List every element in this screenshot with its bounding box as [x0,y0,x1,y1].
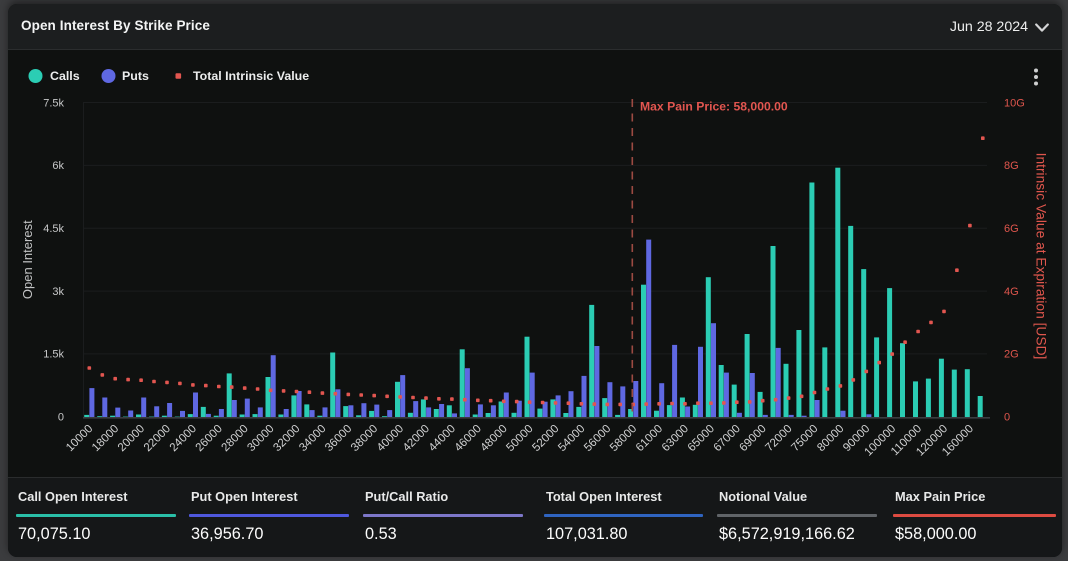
svg-text:10G: 10G [1004,97,1025,109]
svg-text:30000: 30000 [245,422,277,454]
svg-text:42000: 42000 [400,422,432,454]
svg-text:34000: 34000 [297,422,329,454]
svg-text:Open Interest: Open Interest [20,220,35,299]
svg-text:44000: 44000 [426,422,458,454]
svg-text:6G: 6G [1004,223,1019,235]
svg-text:Max Pain Price: 58,000.00: Max Pain Price: 58,000.00 [640,100,788,114]
svg-text:0: 0 [58,412,64,424]
svg-text:67000: 67000 [711,422,743,454]
svg-text:18000: 18000 [89,422,121,454]
svg-text:40000: 40000 [374,422,406,454]
svg-text:28000: 28000 [219,422,251,454]
svg-text:4G: 4G [1004,286,1019,298]
svg-text:26000: 26000 [193,422,225,454]
svg-text:6k: 6k [52,160,64,172]
svg-text:65000: 65000 [685,422,717,454]
svg-text:7.5k: 7.5k [43,97,64,109]
svg-text:52000: 52000 [530,422,562,454]
svg-text:69000: 69000 [737,422,769,454]
svg-text:3k: 3k [52,286,64,298]
svg-text:0: 0 [1004,412,1010,424]
svg-text:46000: 46000 [452,422,484,454]
svg-text:2G: 2G [1004,349,1019,361]
svg-text:54000: 54000 [556,422,588,454]
svg-text:10000: 10000 [63,422,95,454]
svg-text:24000: 24000 [167,422,199,454]
svg-text:58000: 58000 [607,422,639,454]
svg-text:36000: 36000 [322,422,354,454]
svg-text:Calls: Calls [50,69,80,83]
svg-text:20000: 20000 [115,422,147,454]
svg-text:Puts: Puts [122,69,149,83]
svg-text:80000: 80000 [815,422,847,454]
svg-text:75000: 75000 [789,422,821,454]
svg-text:8G: 8G [1004,160,1019,172]
svg-text:Intrinsic Value at Expiration: Intrinsic Value at Expiration [USD] [1034,153,1049,360]
svg-text:22000: 22000 [141,422,173,454]
svg-text:63000: 63000 [659,422,691,454]
svg-text:56000: 56000 [581,422,613,454]
svg-text:61000: 61000 [633,422,665,454]
svg-text:50000: 50000 [504,422,536,454]
svg-text:4.5k: 4.5k [43,223,64,235]
svg-text:32000: 32000 [271,422,303,454]
svg-text:38000: 38000 [348,422,380,454]
svg-text:1.5k: 1.5k [43,349,64,361]
svg-text:48000: 48000 [478,422,510,454]
svg-text:72000: 72000 [763,422,795,454]
svg-text:Total Intrinsic Value: Total Intrinsic Value [193,69,309,83]
